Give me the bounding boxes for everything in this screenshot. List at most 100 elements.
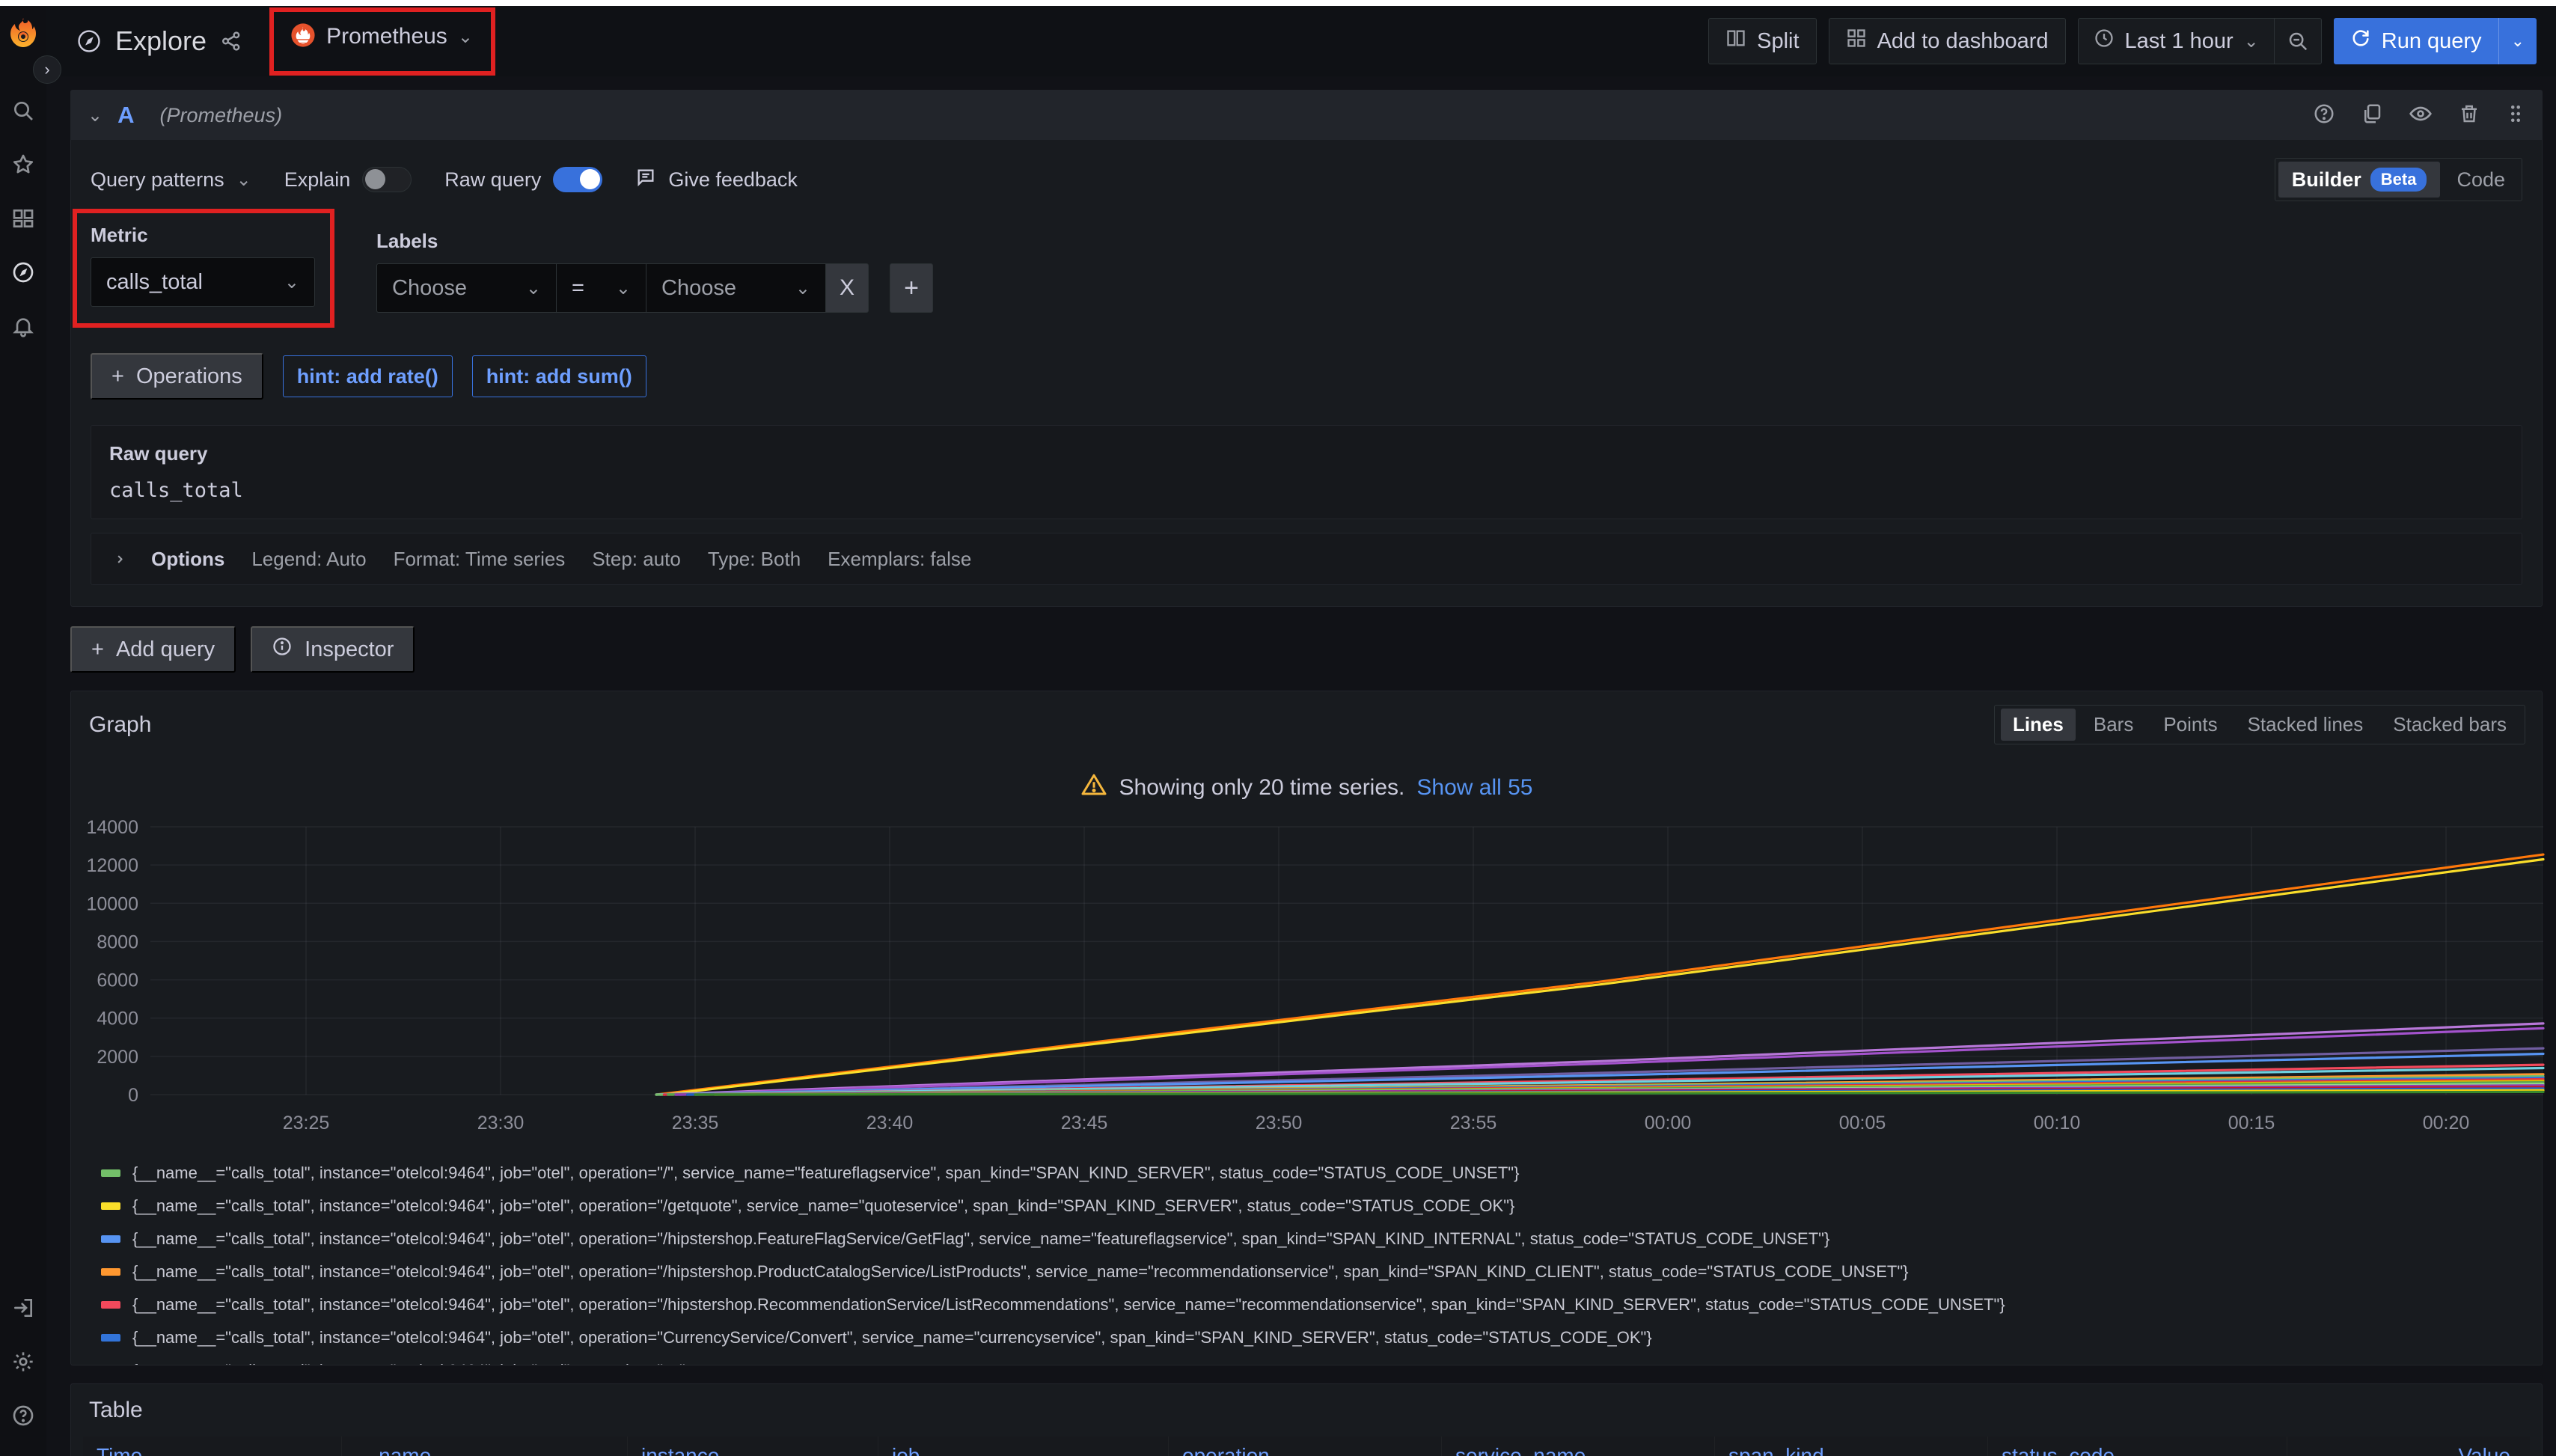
- legend-item[interactable]: {__name__="calls_total", instance="otelc…: [101, 1288, 2542, 1321]
- dashboards-icon[interactable]: [10, 206, 36, 231]
- metric-select[interactable]: calls_total ⌄: [91, 257, 315, 307]
- add-to-dashboard-label: Add to dashboard: [1877, 29, 2049, 54]
- column-header-instance[interactable]: instance: [627, 1437, 878, 1456]
- split-button[interactable]: Split: [1708, 18, 1816, 64]
- query-options-row[interactable]: ⌄ Options Legend: Auto Format: Time seri…: [91, 533, 2522, 585]
- explore-icon[interactable]: [10, 260, 36, 285]
- info-circle-icon: [272, 636, 293, 663]
- metric-value: calls_total: [106, 270, 203, 295]
- share-icon[interactable]: [220, 30, 242, 52]
- sign-in-icon[interactable]: [10, 1295, 36, 1321]
- query-datasource-hint: (Prometheus): [160, 104, 283, 127]
- column-header-Value[interactable]: Value: [2287, 1437, 2530, 1456]
- browser-edge: [0, 0, 2556, 6]
- legend-item[interactable]: {__name__="calls_total", instance="otelc…: [101, 1223, 2542, 1255]
- label-operator-select[interactable]: = ⌄: [556, 263, 646, 313]
- duplicate-icon[interactable]: [2361, 103, 2383, 129]
- graph-mode-stacked-bars[interactable]: Stacked bars: [2381, 709, 2519, 741]
- hide-response-eye-icon[interactable]: [2409, 102, 2433, 129]
- builder-mode-tab[interactable]: Builder Beta: [2278, 162, 2441, 198]
- legend-item[interactable]: {__name__="calls_total", instance="otelc…: [101, 1190, 2542, 1223]
- raw-query-toggle[interactable]: [553, 167, 602, 192]
- explain-label: Explain: [284, 168, 351, 192]
- query-row-header[interactable]: ⌄ A (Prometheus): [71, 91, 2542, 140]
- dashboard-grid-icon: [1846, 28, 1867, 55]
- column-header-span-kind[interactable]: span_kind: [1714, 1437, 1987, 1456]
- graph-mode-stacked-lines[interactable]: Stacked lines: [2236, 709, 2376, 741]
- remove-label-filter-button[interactable]: X: [825, 263, 869, 313]
- sidebar-expand-button[interactable]: ›: [33, 55, 61, 84]
- add-to-dashboard-button[interactable]: Add to dashboard: [1829, 18, 2066, 64]
- run-query-dropdown[interactable]: ⌄: [2498, 18, 2537, 64]
- column-header-status-code[interactable]: status_code: [1987, 1437, 2287, 1456]
- legend-swatch-icon: [101, 1169, 120, 1177]
- option-format: Format: Time series: [394, 548, 566, 571]
- help-icon[interactable]: [10, 1403, 36, 1428]
- graph-mode-bars[interactable]: Bars: [2082, 709, 2145, 741]
- legend-item[interactable]: {__name__="calls_total", instance="otelc…: [101, 1321, 2542, 1354]
- legend-label: {__name__="calls_total", instance="otelc…: [132, 1328, 1652, 1348]
- settings-gear-icon[interactable]: [10, 1349, 36, 1374]
- add-query-button[interactable]: + Add query: [70, 626, 236, 673]
- add-label-filter-button[interactable]: +: [890, 263, 933, 313]
- time-range-button[interactable]: Last 1 hour ⌄: [2079, 19, 2274, 64]
- chevron-down-icon: ⌄: [458, 26, 473, 48]
- table-panel-header: Table: [71, 1384, 2542, 1429]
- clock-icon: [2094, 28, 2115, 55]
- zoom-out-button[interactable]: [2274, 19, 2321, 64]
- column-header-operation[interactable]: operation: [1168, 1437, 1441, 1456]
- datasource-picker[interactable]: Prometheus ⌄: [283, 18, 480, 56]
- column-header-job[interactable]: job: [878, 1437, 1168, 1456]
- grafana-logo[interactable]: [8, 16, 38, 49]
- label-value-select[interactable]: Choose ⌄: [646, 263, 825, 313]
- legend-swatch-icon: [101, 1334, 120, 1342]
- graph-legend: {__name__="calls_total", instance="otelc…: [101, 1157, 2542, 1365]
- legend-item[interactable]: {__name__="calls_total", instance="otelc…: [101, 1354, 2542, 1365]
- add-operation-button[interactable]: + Operations: [91, 353, 263, 400]
- operations-label: Operations: [136, 364, 242, 389]
- remove-query-trash-icon[interactable]: [2458, 103, 2480, 129]
- query-header-actions: [2313, 102, 2525, 129]
- give-feedback-link[interactable]: Give feedback: [635, 167, 798, 193]
- query-actions-row: + Add query Inspector: [70, 626, 2543, 673]
- warning-triangle-icon: [1080, 771, 1107, 804]
- help-circle-icon[interactable]: [2313, 103, 2335, 129]
- option-type: Type: Both: [708, 548, 801, 571]
- run-query-button[interactable]: Run query ⌄: [2334, 18, 2537, 64]
- code-mode-tab[interactable]: Code: [2443, 162, 2519, 198]
- label-filter-row: Choose ⌄ = ⌄ Choose ⌄: [376, 263, 869, 313]
- svg-text:12000: 12000: [86, 855, 138, 876]
- graph-mode-points[interactable]: Points: [2151, 709, 2229, 741]
- raw-query-label: Raw query: [109, 442, 2504, 465]
- drag-handle-icon[interactable]: [2506, 103, 2525, 129]
- page-title: Explore: [115, 25, 207, 57]
- collapse-chevron-icon[interactable]: ⌄: [88, 105, 103, 126]
- search-icon[interactable]: [10, 98, 36, 123]
- option-step: Step: auto: [592, 548, 681, 571]
- timeseries-chart[interactable]: 0200040006000800010000120001400023:2523:…: [71, 812, 2542, 1146]
- column-header---name--[interactable]: __name__: [341, 1437, 627, 1456]
- graph-mode-lines[interactable]: Lines: [2001, 709, 2076, 741]
- legend-label: {__name__="calls_total", instance="otelc…: [132, 1196, 1514, 1216]
- hint-add-rate-button[interactable]: hint: add rate(): [283, 355, 453, 397]
- query-patterns-dropdown[interactable]: Query patterns ⌄: [91, 168, 251, 192]
- code-label: Code: [2456, 168, 2505, 192]
- hint-add-sum-button[interactable]: hint: add sum(): [472, 355, 646, 397]
- column-header-Time[interactable]: Time: [83, 1437, 341, 1456]
- label-value-placeholder: Choose: [661, 276, 736, 301]
- legend-item[interactable]: {__name__="calls_total", instance="otelc…: [101, 1157, 2542, 1190]
- starred-icon[interactable]: [10, 152, 36, 177]
- legend-label: {__name__="calls_total", instance="otelc…: [132, 1361, 685, 1365]
- query-editor-body: Query patterns ⌄ Explain Raw query Give …: [71, 140, 2542, 606]
- show-all-series-link[interactable]: Show all 55: [1416, 775, 1532, 801]
- alerting-bell-icon[interactable]: [10, 313, 36, 339]
- legend-item[interactable]: {__name__="calls_total", instance="otelc…: [101, 1255, 2542, 1288]
- inspector-label: Inspector: [305, 637, 394, 662]
- column-header-service-name[interactable]: service_name: [1441, 1437, 1714, 1456]
- explain-toggle[interactable]: [362, 167, 412, 192]
- legend-swatch-icon: [101, 1235, 120, 1243]
- label-key-select[interactable]: Choose ⌄: [376, 263, 556, 313]
- svg-text:23:40: 23:40: [866, 1113, 914, 1134]
- inspector-button[interactable]: Inspector: [251, 626, 415, 673]
- legend-label: {__name__="calls_total", instance="otelc…: [132, 1262, 1909, 1282]
